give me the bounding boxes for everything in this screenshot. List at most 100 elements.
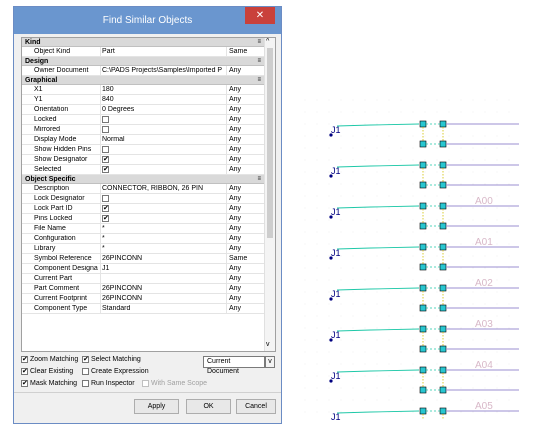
value-checkbox[interactable] — [102, 146, 109, 153]
property-value-checkbox[interactable] — [102, 126, 222, 133]
value-checkbox[interactable] — [102, 195, 109, 202]
match-criteria[interactable]: Any — [229, 195, 241, 202]
property-value-checkbox[interactable] — [102, 166, 222, 173]
scroll-up-icon[interactable]: ^ — [266, 38, 269, 45]
property-row[interactable]: Show Hidden Pins Any — [22, 145, 265, 155]
match-criteria[interactable]: Any — [229, 166, 241, 173]
select-matching-checkbox[interactable] — [82, 355, 89, 363]
property-row[interactable]: Show Designator Any — [22, 155, 265, 165]
with-same-scope-option[interactable]: With Same Scope — [142, 380, 207, 387]
property-row[interactable]: Display Mode Normal Any — [22, 135, 265, 145]
property-row[interactable]: Lock Designator Any — [22, 194, 265, 204]
zoom-matching-checkbox[interactable] — [21, 355, 28, 363]
property-row[interactable]: Description CONNECTOR, RIBBON, 26 PIN Any — [22, 184, 265, 194]
scroll-down-icon[interactable]: v — [266, 341, 270, 348]
collapse-icon[interactable]: ≡ — [257, 58, 261, 64]
match-criteria[interactable]: Any — [229, 235, 241, 242]
property-row[interactable]: Owner Document C:\PADS Projects\Samples\I… — [22, 66, 265, 76]
category-object-specific[interactable]: Object Specific ≡ — [22, 175, 265, 184]
property-row[interactable]: Lock Part ID Any — [22, 204, 265, 214]
match-criteria[interactable]: Any — [229, 146, 241, 153]
match-criteria[interactable]: Any — [229, 265, 241, 272]
value-checkbox[interactable] — [102, 205, 109, 212]
property-value[interactable]: * — [102, 245, 222, 252]
match-criteria[interactable]: Same — [229, 255, 247, 262]
property-value[interactable]: CONNECTOR, RIBBON, 26 PIN — [102, 185, 222, 192]
create-expression-option[interactable]: Create Expression — [82, 368, 149, 375]
property-row[interactable]: Current Footprint 26PINCONN Any — [22, 294, 265, 304]
property-value-checkbox[interactable] — [102, 215, 222, 222]
collapse-icon[interactable]: ≡ — [257, 176, 261, 182]
collapse-icon[interactable]: ≡ — [257, 39, 261, 45]
value-checkbox[interactable] — [102, 166, 109, 173]
property-value[interactable]: 26PINCONN — [102, 295, 222, 302]
mask-matching-option[interactable]: Mask Matching — [21, 379, 77, 387]
match-criteria[interactable]: Any — [229, 156, 241, 163]
zoom-matching-option[interactable]: Zoom Matching — [21, 355, 78, 363]
match-criteria[interactable]: Any — [229, 67, 241, 74]
create-expression-checkbox[interactable] — [82, 368, 89, 375]
match-criteria[interactable]: Any — [229, 185, 241, 192]
property-row[interactable]: Component Type Standard Any — [22, 304, 265, 314]
match-criteria[interactable]: Any — [229, 136, 241, 143]
category-kind[interactable]: Kind ≡ — [22, 38, 265, 47]
property-row[interactable]: Mirrored Any — [22, 125, 265, 135]
category-design[interactable]: Design ≡ — [22, 57, 265, 66]
property-grid[interactable]: Kind ≡ Object Kind Part Same Design ≡ Owner Doc… — [21, 37, 276, 352]
run-inspector-option[interactable]: Run Inspector — [82, 380, 135, 387]
property-row[interactable]: Locked Any — [22, 115, 265, 125]
match-criteria[interactable]: Any — [229, 96, 241, 103]
property-value-checkbox[interactable] — [102, 116, 222, 123]
match-criteria[interactable]: Any — [229, 275, 241, 282]
property-row[interactable]: Orientation 0 Degrees Any — [22, 105, 265, 115]
property-row[interactable]: Pins Locked Any — [22, 214, 265, 224]
value-checkbox[interactable] — [102, 126, 109, 133]
property-row[interactable]: Current Part Any — [22, 274, 265, 284]
property-value[interactable]: J1 — [102, 265, 222, 272]
property-row[interactable]: Part Comment 26PINCONN Any — [22, 284, 265, 294]
property-value[interactable]: Part — [102, 48, 222, 55]
property-row[interactable]: Symbol Reference 26PINCONN Same — [22, 254, 265, 264]
property-row[interactable]: Y1 840 Any — [22, 95, 265, 105]
match-criteria[interactable]: Any — [229, 285, 241, 292]
apply-button[interactable]: Apply — [134, 399, 179, 414]
property-row[interactable]: File Name * Any — [22, 224, 265, 234]
ok-button[interactable]: OK — [186, 399, 231, 414]
value-checkbox[interactable] — [102, 156, 109, 163]
property-value[interactable]: Standard — [102, 305, 222, 312]
property-value-checkbox[interactable] — [102, 195, 222, 202]
property-value[interactable]: Normal — [102, 136, 222, 143]
property-value[interactable]: 840 — [102, 96, 222, 103]
property-row[interactable]: Configuration * Any — [22, 234, 265, 244]
cancel-button[interactable]: Cancel — [236, 399, 276, 414]
run-inspector-checkbox[interactable] — [82, 380, 89, 387]
property-row[interactable]: Object Kind Part Same — [22, 47, 265, 57]
category-graphical[interactable]: Graphical ≡ — [22, 76, 265, 85]
clear-existing-checkbox[interactable] — [21, 367, 28, 375]
match-criteria[interactable]: Any — [229, 106, 241, 113]
match-criteria[interactable]: Any — [229, 86, 241, 93]
value-checkbox[interactable] — [102, 116, 109, 123]
match-criteria[interactable]: Any — [229, 215, 241, 222]
property-value[interactable]: * — [102, 225, 222, 232]
property-row[interactable]: Component Designato J1 Any — [22, 264, 265, 274]
match-criteria[interactable]: Any — [229, 245, 241, 252]
property-row[interactable]: Selected Any — [22, 165, 265, 175]
select-matching-option[interactable]: Select Matching — [82, 355, 141, 363]
property-value-checkbox[interactable] — [102, 156, 222, 163]
value-checkbox[interactable] — [102, 215, 109, 222]
close-button[interactable]: ✕ — [245, 7, 275, 24]
scope-dropdown[interactable]: Current Document — [203, 356, 265, 375]
match-criteria[interactable]: Any — [229, 305, 241, 312]
property-value[interactable]: 26PINCONN — [102, 285, 222, 292]
property-value-checkbox[interactable] — [102, 205, 222, 212]
collapse-icon[interactable]: ≡ — [257, 77, 261, 83]
match-criteria[interactable]: Any — [229, 295, 241, 302]
property-value[interactable]: * — [102, 235, 222, 242]
clear-existing-option[interactable]: Clear Existing — [21, 367, 73, 375]
property-row[interactable]: Library * Any — [22, 244, 265, 254]
property-value-checkbox[interactable] — [102, 146, 222, 153]
match-criteria[interactable]: Same — [229, 48, 247, 55]
chevron-down-icon[interactable]: v — [265, 356, 275, 368]
title-bar[interactable]: Find Similar Objects ✕ — [14, 7, 281, 34]
